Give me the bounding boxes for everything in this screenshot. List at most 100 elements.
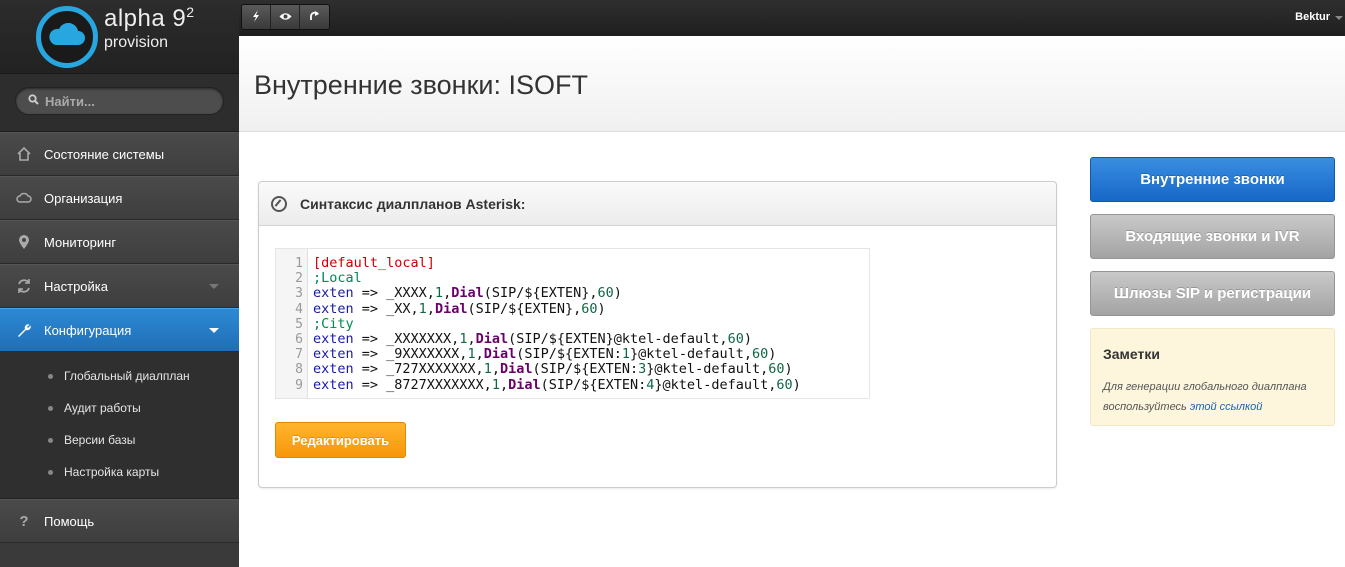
- code-token: Dial: [508, 376, 541, 393]
- page-title: Внутренние звонки: ISOFT: [254, 70, 588, 100]
- code-block[interactable]: 123456789 [default_local] ;Local exten => …: [275, 248, 870, 399]
- page-header: Внутренние звонки: ISOFT: [239, 36, 1345, 132]
- cloud-logo-icon: [36, 6, 98, 68]
- code-token: Dial: [483, 346, 517, 363]
- line-number-gutter: 123456789: [276, 249, 308, 398]
- code-token: (SIP/${EXTEN:: [540, 376, 647, 393]
- subnav-item-db-versions[interactable]: Версии базы: [0, 424, 239, 456]
- chevron-down-icon[interactable]: [1335, 16, 1343, 20]
- lightning-button[interactable]: [242, 5, 271, 29]
- code-token: 1: [621, 346, 631, 363]
- internal-calls-button[interactable]: Внутренние звонки: [1090, 157, 1335, 202]
- line-number: 3: [295, 286, 303, 302]
- preview-button[interactable]: [271, 5, 300, 29]
- sidebar-item-configuration[interactable]: Конфигурация: [0, 308, 239, 352]
- brand-subtitle: provision: [104, 34, 169, 51]
- sidebar-item-label: Организация: [44, 190, 123, 206]
- sip-gateways-button[interactable]: Шлюзы SIP и регистрации: [1090, 271, 1335, 316]
- bullet-icon: [48, 405, 53, 411]
- sidebar-item-monitoring[interactable]: Мониторинг: [0, 220, 239, 264]
- search-area: [0, 74, 239, 132]
- subnav-item-label: Версии базы: [64, 433, 136, 447]
- code-line: ;Local: [313, 271, 801, 286]
- toolbar-group: [241, 4, 330, 30]
- wrench-icon: [16, 322, 32, 338]
- line-number: 8: [295, 362, 303, 378]
- sidebar-item-help[interactable]: ? Помощь: [0, 499, 239, 543]
- code-token: ): [784, 361, 793, 378]
- sidebar-item-settings[interactable]: Настройка: [0, 264, 239, 308]
- code-token: }@ktel-default,: [646, 361, 769, 378]
- subnav-item-map-settings[interactable]: Настройка карты: [0, 456, 239, 488]
- refresh-icon: [16, 278, 32, 294]
- code-token: 60: [597, 285, 614, 302]
- line-number: 6: [295, 331, 303, 347]
- sidebar-item-organization[interactable]: Организация: [0, 176, 239, 220]
- incoming-calls-ivr-button[interactable]: Входящие звонки и IVR: [1090, 214, 1335, 259]
- code-token: ;City: [313, 315, 354, 332]
- code-token: (SIP/${EXTEN}@ktel-default,: [508, 330, 728, 347]
- code-token: ,: [426, 300, 435, 317]
- code-token: => _8727XXXXXXX,: [353, 376, 492, 393]
- code-token: (SIP/${EXTEN:: [532, 361, 639, 378]
- code-token: [default_local]: [313, 255, 435, 271]
- code-token: Dial: [451, 285, 484, 302]
- sidebar-item-label: Мониторинг: [44, 234, 117, 250]
- notes-link[interactable]: этой ссылкой: [1190, 401, 1262, 413]
- chevron-down-icon: [209, 284, 219, 289]
- configuration-submenu: Глобальный диалплан Аудит работы Версии …: [0, 352, 239, 499]
- panel-header: Синтаксис диалпланов Asterisk:: [259, 182, 1056, 226]
- line-number: 5: [295, 316, 303, 332]
- code-token: 1: [491, 376, 500, 393]
- code-token: 60: [751, 346, 769, 363]
- code-line: exten => _XX,1,Dial(SIP/${EXTEN},60): [313, 300, 801, 317]
- subnav-item-label: Настройка карты: [64, 465, 160, 479]
- chevron-down-icon: [209, 328, 219, 333]
- code-line: exten => _9XXXXXXX,1,Dial(SIP/${EXTEN:1}…: [313, 347, 801, 362]
- code-token: => _XXXXXXX,: [353, 330, 460, 347]
- compass-icon: [271, 195, 287, 212]
- code-token: ,: [475, 346, 484, 363]
- code-token: ): [768, 346, 777, 363]
- bullet-icon: [48, 469, 53, 475]
- notes-text: Для генерации глобального диалплана восп…: [1103, 377, 1322, 417]
- code-token: 1: [467, 346, 476, 363]
- code-token: ,: [443, 285, 452, 302]
- code-token: ,: [467, 330, 476, 347]
- code-token: 1: [483, 361, 492, 378]
- code-line: exten => _8727XXXXXXX,1,Dial(SIP/${EXTEN…: [313, 376, 801, 393]
- code-token: ,: [491, 361, 500, 378]
- code-token: exten: [313, 285, 354, 302]
- question-icon: ?: [19, 512, 29, 530]
- code-token: exten: [313, 330, 354, 347]
- sidebar-item-label: Настройка: [44, 278, 108, 294]
- topbar: Bektur: [239, 0, 1345, 36]
- code-token: }@ktel-default,: [630, 346, 752, 363]
- search-input[interactable]: [45, 93, 215, 109]
- code-token: exten: [313, 361, 354, 378]
- code-token: => _727XXXXXXX,: [353, 361, 484, 378]
- code-line: exten => _XXXXXXX,1,Dial(SIP/${EXTEN}@kt…: [313, 330, 801, 347]
- edit-button[interactable]: Редактировать: [275, 422, 406, 458]
- code-token: => _9XXXXXXX,: [353, 346, 468, 363]
- line-number: 7: [295, 347, 303, 363]
- subnav-item-label: Глобальный диалплан: [64, 369, 190, 383]
- user-menu[interactable]: Bektur: [1295, 11, 1330, 23]
- code-line: exten => _727XXXXXXX,1,Dial(SIP/${EXTEN:…: [313, 362, 801, 377]
- redo-button[interactable]: [300, 5, 329, 29]
- code-token: ): [792, 376, 801, 393]
- bullet-icon: [48, 373, 53, 379]
- code-token: Dial: [499, 361, 533, 378]
- subnav-item-global-dialplan[interactable]: Глобальный диалплан: [0, 360, 239, 392]
- subnav-item-audit[interactable]: Аудит работы: [0, 392, 239, 424]
- code-token: Dial: [434, 300, 468, 317]
- sidebar-item-label: Помощь: [44, 513, 95, 529]
- code-token: 1: [418, 300, 427, 317]
- redo-icon: [309, 10, 320, 24]
- dialplan-panel: Синтаксис диалпланов Asterisk: 123456789…: [258, 181, 1057, 488]
- logo[interactable]: alpha 92 provision: [0, 0, 239, 74]
- code-token: ): [743, 330, 752, 347]
- code-token: => _XX,: [353, 300, 419, 317]
- sidebar-item-system-status[interactable]: Состояние системы: [0, 132, 239, 176]
- bullet-icon: [48, 437, 53, 443]
